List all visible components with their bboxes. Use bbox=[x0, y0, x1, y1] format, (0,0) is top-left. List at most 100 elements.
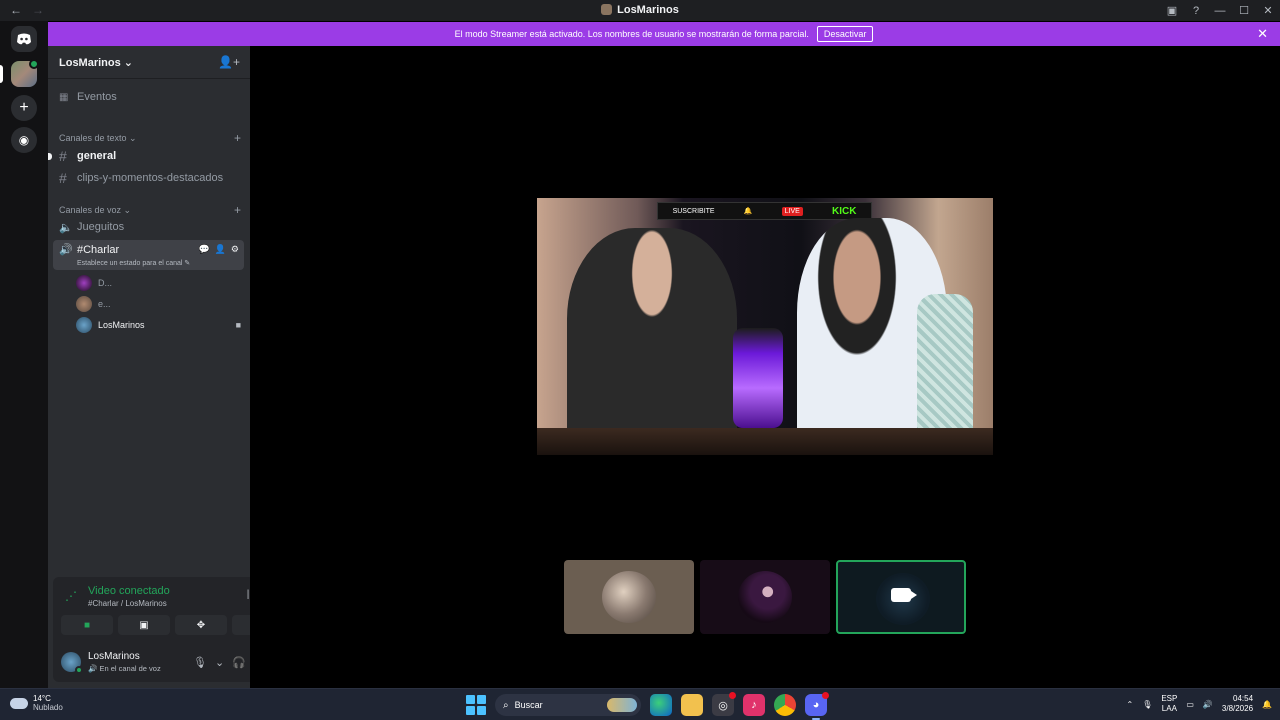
clock[interactable]: 04:54 3/8/2026 bbox=[1222, 694, 1253, 714]
help-icon[interactable]: ? bbox=[1184, 0, 1208, 21]
voice-member[interactable]: LosMarinos ■ bbox=[76, 317, 241, 333]
channel-clips[interactable]: # clips-y-momentos-destacados bbox=[53, 169, 243, 187]
network-icon[interactable]: ▭ bbox=[1186, 700, 1194, 709]
add-voice-channel-icon[interactable]: + bbox=[234, 203, 241, 217]
participant-tile[interactable] bbox=[564, 560, 694, 634]
avatar bbox=[76, 296, 92, 312]
online-dot bbox=[75, 666, 83, 674]
add-text-channel-icon[interactable]: + bbox=[234, 131, 241, 145]
server-header[interactable]: LosMarinos ⌄ 👤+ bbox=[48, 46, 250, 79]
gear-icon[interactable]: ⚙ bbox=[231, 244, 239, 255]
server-losmarinos-icon[interactable] bbox=[11, 59, 39, 87]
voice-category-label: Canales de voz bbox=[59, 205, 122, 215]
title-bar: ← → LosMarinos ▣ ? — ☐ ✕ bbox=[0, 0, 1280, 21]
weather-widget[interactable]: 14°C Nublado bbox=[10, 694, 63, 712]
disable-streamer-button[interactable]: Desactivar bbox=[816, 26, 874, 42]
invite-people-icon[interactable]: 👤+ bbox=[218, 55, 240, 69]
edge-icon[interactable] bbox=[650, 694, 672, 716]
voice-member[interactable]: D... bbox=[76, 275, 241, 291]
speaker-icon: 🔊 bbox=[59, 244, 73, 256]
weather-temp: 14°C bbox=[33, 694, 51, 703]
maximize-button[interactable]: ☐ bbox=[1232, 0, 1256, 21]
window-title-text: LosMarinos bbox=[617, 4, 679, 16]
member-name: e... bbox=[98, 299, 111, 309]
voice-channel-charlar[interactable]: 🔊 #Charlar Establece un estado para el c… bbox=[53, 240, 244, 270]
chevron-up-icon[interactable]: ⌃ bbox=[1126, 700, 1133, 709]
calendar-icon: ▦ bbox=[59, 91, 69, 103]
hash-icon: # bbox=[59, 170, 67, 186]
server-icon bbox=[601, 4, 613, 15]
speaker-icon: 🔊 bbox=[88, 664, 98, 673]
stream-overlay-banner: SUSCRIBITE 🔔 LIVE KICK bbox=[657, 202, 872, 220]
language-code: ESP bbox=[1161, 694, 1178, 703]
focused-video-stream[interactable]: SUSCRIBITE 🔔 LIVE KICK bbox=[537, 198, 993, 455]
invite-icon[interactable]: 👤 bbox=[215, 244, 226, 255]
channel-general[interactable]: # general bbox=[48, 147, 243, 165]
close-banner-icon[interactable]: ✕ bbox=[1257, 26, 1268, 42]
microphone-prop bbox=[733, 328, 783, 428]
language-indicator[interactable]: ESP LAA bbox=[1161, 694, 1177, 714]
channel-name: general bbox=[77, 150, 117, 162]
file-explorer-icon[interactable] bbox=[681, 694, 703, 716]
connected-channel[interactable]: #Charlar / LosMarinos bbox=[88, 599, 167, 608]
notification-bell-icon[interactable]: 🔔 bbox=[1262, 700, 1272, 709]
channel-sidebar: LosMarinos ⌄ 👤+ ▦ Eventos Canales de tex… bbox=[48, 46, 291, 688]
chevron-down-icon: ⌄ bbox=[121, 204, 132, 215]
chat-icon[interactable]: 💬 bbox=[198, 244, 209, 255]
add-server-icon[interactable]: + bbox=[11, 95, 37, 121]
participant-tile[interactable] bbox=[700, 560, 830, 634]
speaker-icon: 🔈 bbox=[59, 221, 73, 234]
events-item[interactable]: ▦ Eventos bbox=[53, 91, 243, 103]
chrome-icon[interactable] bbox=[774, 694, 796, 716]
app-icon[interactable]: ◎ bbox=[712, 692, 736, 716]
streamer-mode-banner: El modo Streamer está activado. Los nomb… bbox=[48, 22, 1280, 46]
text-channels-category[interactable]: Canales de texto ⌄ + bbox=[59, 131, 241, 145]
voice-channels-category[interactable]: Canales de voz ⌄ + bbox=[59, 203, 241, 217]
video-camera-icon: ■ bbox=[235, 320, 241, 330]
voice-channel-jueguitos[interactable]: 🔈 Jueguitos bbox=[53, 218, 243, 236]
volume-icon[interactable]: 🔊 bbox=[1203, 700, 1213, 709]
discord-home-icon[interactable] bbox=[11, 26, 37, 52]
events-label: Eventos bbox=[77, 91, 117, 103]
activities-button[interactable]: ✥ bbox=[175, 615, 227, 635]
hash-icon: # bbox=[59, 148, 67, 164]
microphone-icon[interactable]: 🎙 bbox=[1142, 700, 1152, 709]
subscribe-text: SUSCRIBITE bbox=[672, 207, 715, 215]
text-category-label: Canales de texto bbox=[59, 133, 127, 143]
channel-status[interactable]: Establece un estado para el canal ✎ bbox=[77, 259, 190, 267]
user-status-text: En el canal de voz bbox=[99, 664, 161, 673]
search-highlight-icon bbox=[607, 698, 637, 712]
channel-name: Jueguitos bbox=[77, 221, 125, 233]
banner-text: El modo Streamer está activado. Los nomb… bbox=[454, 29, 809, 39]
inbox-icon[interactable]: ▣ bbox=[1160, 0, 1184, 21]
date: 3/8/2026 bbox=[1221, 704, 1254, 713]
headphones-icon[interactable]: 🎧 bbox=[232, 656, 246, 669]
server-name[interactable]: LosMarinos ⌄ bbox=[59, 56, 133, 69]
minimize-button[interactable]: — bbox=[1208, 0, 1232, 21]
chevron-down-icon[interactable]: ⌄ bbox=[215, 656, 224, 669]
chevron-down-icon: ⌄ bbox=[126, 132, 137, 143]
discover-icon[interactable]: ◉ bbox=[11, 127, 37, 153]
discord-taskbar-icon[interactable]: ◕ bbox=[805, 692, 829, 720]
tiktok-icon[interactable]: ♪ bbox=[743, 694, 765, 716]
microphone-icon[interactable]: 🎙 bbox=[193, 656, 207, 669]
user-status: 🔊 En el canal de voz bbox=[88, 664, 161, 673]
window-title: LosMarinos bbox=[0, 4, 1280, 16]
avatar bbox=[602, 571, 656, 623]
connection-status[interactable]: Video conectado bbox=[88, 585, 170, 597]
video-camera-icon bbox=[891, 588, 917, 602]
windows-taskbar: 14°C Nublado ⌕ Buscar ◎ ♪ ◕ ⌃ 🎙 ESP LAA … bbox=[0, 688, 1280, 720]
close-window-button[interactable]: ✕ bbox=[1256, 0, 1280, 21]
camera-button[interactable]: ■ bbox=[61, 615, 113, 635]
windows-start-icon[interactable] bbox=[466, 695, 486, 715]
voice-member[interactable]: e... bbox=[76, 296, 241, 312]
kick-logo: KICK bbox=[831, 205, 857, 217]
notification-badge bbox=[729, 692, 736, 699]
share-screen-button[interactable]: ▣ bbox=[118, 615, 170, 635]
signal-icon[interactable]: ⋰ bbox=[65, 589, 77, 603]
participant-tile-self[interactable] bbox=[836, 560, 966, 634]
time: 04:54 bbox=[1233, 694, 1254, 703]
taskbar-search[interactable]: ⌕ Buscar bbox=[495, 694, 641, 716]
avatar bbox=[61, 652, 83, 674]
channel-name: #Charlar bbox=[77, 244, 120, 256]
